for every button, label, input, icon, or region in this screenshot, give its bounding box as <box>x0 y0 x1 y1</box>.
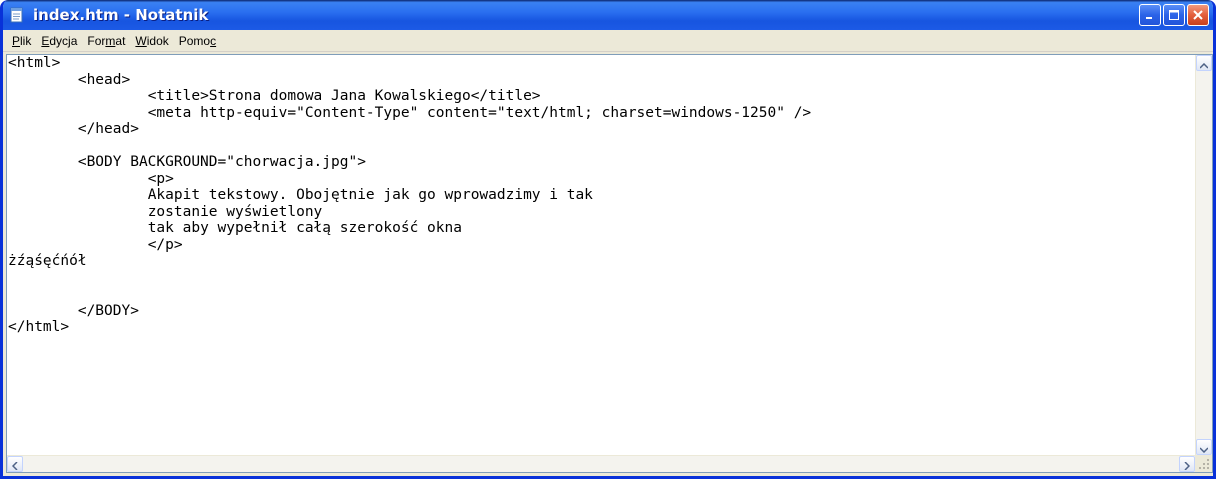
minimize-icon <box>1144 6 1156 25</box>
scroll-up-button[interactable] <box>1196 55 1212 71</box>
scroll-right-button[interactable] <box>1179 456 1195 472</box>
title-bar[interactable]: index.htm - Notatnik <box>3 0 1213 30</box>
resize-grip[interactable] <box>1195 455 1212 472</box>
close-button[interactable] <box>1187 4 1209 26</box>
text-line: </head> <box>8 121 139 137</box>
notepad-icon[interactable] <box>9 7 25 23</box>
text-line: </BODY> <box>8 302 139 319</box>
text-content[interactable]: <html> <head> <title>Strona domowa Jana … <box>7 55 1195 455</box>
text-line: ​ <box>8 138 1195 155</box>
text-line: żźąśęćńół <box>8 253 87 269</box>
minimize-button[interactable] <box>1139 4 1161 26</box>
text-line: <head> <box>8 71 131 88</box>
arrow-right-icon <box>1184 455 1191 474</box>
text-line: </p> <box>8 236 183 253</box>
resize-grip-icon <box>1195 457 1212 476</box>
text-line: <title>Strona domowa Jana Kowalskiego</t… <box>8 88 541 104</box>
arrow-left-icon <box>11 455 18 474</box>
text-line: ​ <box>8 270 1195 287</box>
menu-plik[interactable]: Plik <box>7 34 36 48</box>
text-line: <html> <box>8 55 61 71</box>
scroll-down-button[interactable] <box>1196 439 1212 455</box>
arrow-down-icon <box>1199 438 1209 457</box>
text-line: zostanie wyświetlony <box>8 203 323 220</box>
text-line: <BODY BACKGROUND="chorwacja.jpg"> <box>8 154 366 170</box>
menu-bar: Plik Edycja Format Widok Pomoc <box>3 30 1213 52</box>
menu-pomoc[interactable]: Pomoc <box>174 34 221 48</box>
text-line: Akapit tekstowy. Obojętnie jak go wprowa… <box>8 187 593 203</box>
menu-edycja[interactable]: Edycja <box>36 34 82 48</box>
text-line: tak aby wypełnił całą szerokość okna <box>8 220 462 236</box>
notepad-window: index.htm - Notatnik Plik Edycja Format … <box>0 0 1216 479</box>
text-line: <meta http-equiv="Content-Type" content=… <box>8 104 812 121</box>
editor-text: <html> <head> <title>Strona domowa Jana … <box>7 55 1195 336</box>
window-title: index.htm - Notatnik <box>33 6 209 24</box>
text-line: ​ <box>8 286 1195 303</box>
text-line: <p> <box>8 170 174 187</box>
text-editor[interactable]: <html> <head> <title>Strona domowa Jana … <box>6 54 1213 473</box>
text-line: </html> <box>8 319 70 335</box>
maximize-button[interactable] <box>1163 4 1185 26</box>
menu-format[interactable]: Format <box>82 34 130 48</box>
arrow-up-icon <box>1199 54 1209 73</box>
horizontal-scrollbar[interactable] <box>7 455 1195 472</box>
menu-widok[interactable]: Widok <box>130 34 173 48</box>
vertical-scrollbar[interactable] <box>1195 55 1212 455</box>
close-icon <box>1192 6 1204 25</box>
maximize-icon <box>1168 6 1180 25</box>
scroll-left-button[interactable] <box>7 456 23 472</box>
